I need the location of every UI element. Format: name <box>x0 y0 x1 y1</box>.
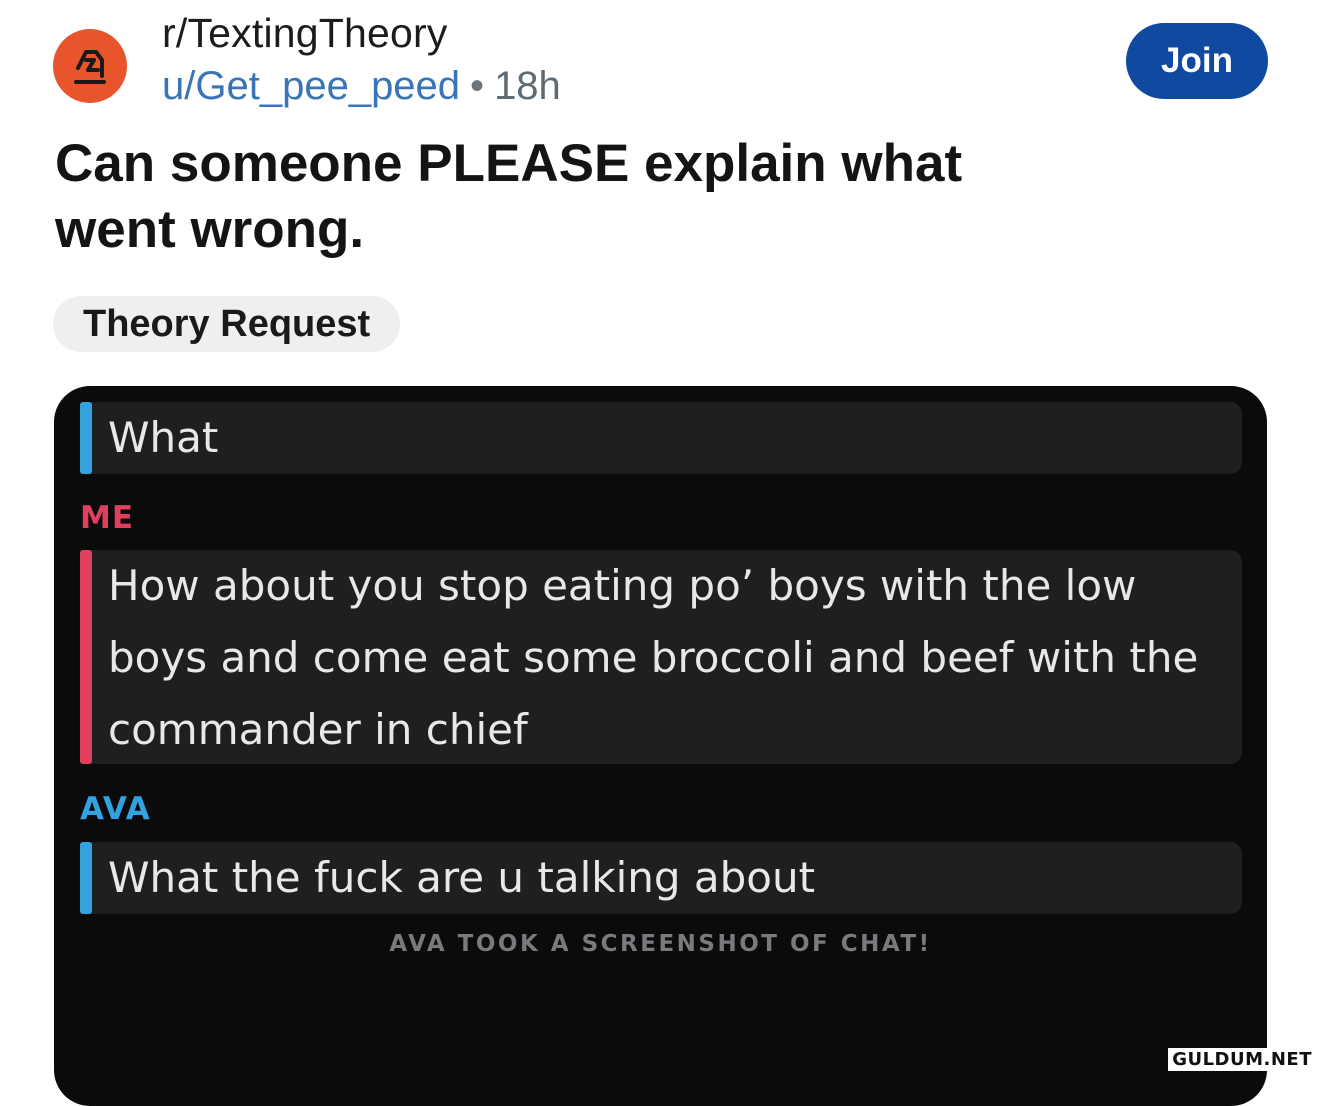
chess-knight-icon <box>74 50 106 84</box>
join-button[interactable]: Join <box>1126 23 1268 99</box>
sender-label-ava: AVA <box>80 791 151 827</box>
screenshot-notice: AVA TOOK A SCREENSHOT OF CHAT! <box>389 931 932 957</box>
author-link[interactable]: u/Get_pee_peed <box>162 64 460 108</box>
site-watermark: GULDUM.NET <box>1168 1048 1316 1071</box>
post-flair[interactable]: Theory Request <box>53 296 401 352</box>
sender-label-me: ME <box>80 500 135 536</box>
message-accent-bar <box>80 842 92 914</box>
post-meta: u/Get_pee_peed • 18h <box>162 64 561 109</box>
post-age: 18h <box>494 64 561 108</box>
message-text: What <box>108 413 219 462</box>
post-title[interactable]: Can someone PLEASE explain what went wro… <box>55 131 1055 263</box>
meta-separator: • <box>470 64 485 108</box>
subreddit-name[interactable]: r/TextingTheory <box>162 10 448 57</box>
message-accent-bar <box>80 550 92 764</box>
chat-message: How about you stop eating po’ boys with … <box>80 550 1242 764</box>
chat-message: What the fuck are u talking about <box>80 842 1242 914</box>
chat-message: What <box>80 402 1242 474</box>
message-text: What the fuck are u talking about <box>108 853 816 902</box>
subreddit-avatar-icon[interactable] <box>53 29 127 103</box>
message-accent-bar <box>80 402 92 474</box>
message-text: How about you stop eating po’ boys with … <box>108 561 1199 754</box>
chat-screenshot: What ME How about you stop eating po’ bo… <box>54 386 1267 1106</box>
